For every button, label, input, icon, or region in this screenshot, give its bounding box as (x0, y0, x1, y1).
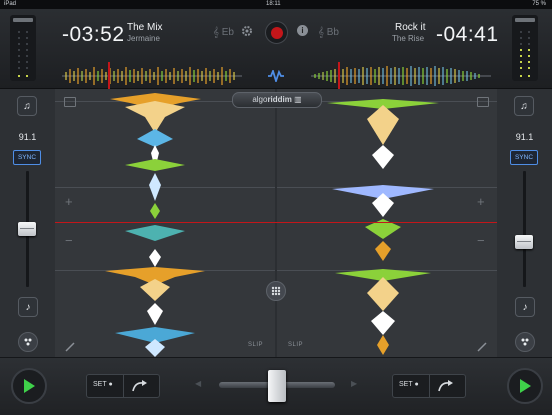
right-sync-button[interactable]: SYNC (510, 150, 538, 165)
pencil-icon[interactable] (477, 339, 487, 357)
crossfader-left-arrow[interactable]: ◀ (195, 379, 201, 388)
right-key-value: Bb (326, 27, 339, 38)
left-track-title: The Mix (127, 22, 163, 33)
right-overview-waveform[interactable] (311, 59, 491, 93)
left-set-button[interactable]: SET ● (93, 381, 113, 388)
device-label: iPad (4, 1, 17, 7)
left-deck-waveform[interactable] (55, 89, 275, 357)
right-play-button[interactable] (507, 368, 543, 404)
play-icon (520, 379, 531, 393)
right-pitch-fader-knob[interactable] (515, 235, 533, 249)
left-cue-group: SET ● (86, 374, 160, 398)
music-note-icon[interactable]: ♫ (17, 96, 37, 116)
fx-icon[interactable] (515, 332, 535, 352)
right-zoom-out-button[interactable]: − (477, 233, 485, 248)
left-library-icon[interactable] (64, 97, 76, 107)
right-key-label: 𝄞 Bb (318, 27, 339, 38)
right-deck-controls: ♫ 91.1 SYNC ♪ (497, 89, 552, 357)
clock: 18:11 (266, 1, 281, 7)
music-note-icon[interactable]: ♪ (515, 297, 535, 317)
loop-arrow-icon[interactable] (131, 379, 149, 398)
deck-header: -03:52 The Mix Jermaine 𝄞 Eb i 𝄞 Bb Rock… (0, 9, 552, 90)
left-level-meter (10, 15, 36, 81)
right-pitch-track[interactable] (523, 171, 526, 287)
left-zoom-out-button[interactable]: − (65, 233, 73, 248)
left-time-remaining: -03:52 (62, 23, 125, 46)
left-slip-button[interactable]: SLIP (248, 342, 263, 348)
left-key-value: Eb (221, 27, 234, 38)
left-key-label: 𝄞 Eb (213, 27, 234, 38)
fx-icon[interactable] (18, 332, 38, 352)
app-logo: algoriddim ▥ (232, 92, 322, 108)
grid-icon[interactable] (266, 281, 286, 301)
info-icon[interactable]: i (297, 25, 308, 36)
right-track-title: Rock it (395, 22, 426, 33)
music-note-icon[interactable]: ♫ (514, 96, 534, 116)
left-overview-waveform[interactable] (62, 59, 242, 93)
left-sync-button[interactable]: SYNC (13, 150, 41, 165)
left-set-label: SET (93, 381, 107, 388)
crossfader-knob[interactable] (268, 370, 286, 402)
waveform-view[interactable]: algoriddim ▥ + − + − SLIP SLIP (55, 89, 497, 357)
status-bar: iPad 18:11 75 % (0, 0, 552, 9)
record-button[interactable] (265, 21, 288, 44)
right-bpm: 91.1 (515, 132, 534, 142)
record-icon (270, 26, 283, 39)
pencil-icon[interactable] (65, 339, 75, 357)
left-bpm: 91.1 (18, 132, 37, 142)
waveform-icon[interactable] (268, 68, 284, 84)
right-deck-waveform[interactable] (277, 89, 497, 357)
loop-arrow-icon[interactable] (437, 379, 455, 398)
right-cue-group: SET ● (392, 374, 466, 398)
gear-icon[interactable] (240, 24, 254, 38)
left-track-artist: Jermaine (127, 34, 160, 43)
right-set-button[interactable]: SET ● (399, 381, 419, 388)
transport-bar: SET ● ◀ ▶ SET ● (0, 357, 552, 415)
music-note-icon[interactable]: ♪ (18, 297, 38, 317)
battery: 75 % (532, 1, 546, 7)
left-play-button[interactable] (11, 368, 47, 404)
right-slip-button[interactable]: SLIP (288, 342, 303, 348)
logo-prefix: algo (252, 95, 268, 104)
play-icon (24, 379, 35, 393)
left-pitch-fader-knob[interactable] (18, 222, 36, 236)
right-zoom-in-button[interactable]: + (477, 194, 485, 209)
left-deck-controls: ♫ 91.1 SYNC ♪ (0, 89, 55, 357)
right-track-artist: The Rise (392, 34, 425, 43)
right-level-meter (512, 15, 538, 81)
right-time-remaining: -04:41 (436, 23, 499, 46)
right-set-label: SET (399, 381, 413, 388)
logo-suffix: riddim (267, 95, 292, 104)
crossfader-right-arrow[interactable]: ▶ (351, 379, 357, 388)
playhead-line (55, 222, 497, 223)
right-library-icon[interactable] (477, 97, 489, 107)
left-zoom-in-button[interactable]: + (65, 194, 73, 209)
